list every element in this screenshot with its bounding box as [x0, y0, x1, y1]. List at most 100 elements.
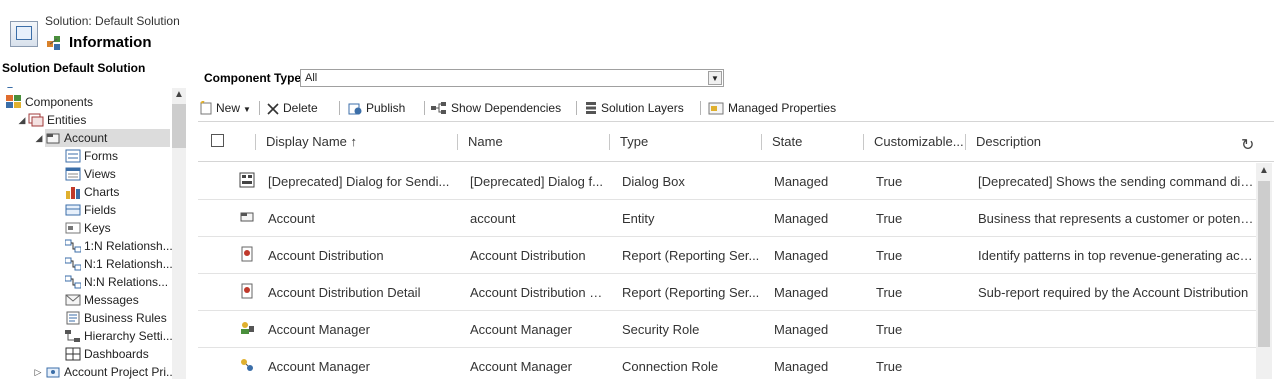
relationship-icon	[65, 275, 81, 289]
scroll-up-arrow-icon[interactable]: ▲	[172, 88, 186, 102]
dependencies-icon	[431, 102, 446, 114]
column-separator[interactable]	[609, 134, 610, 150]
tree-item-fields[interactable]: Fields	[65, 201, 116, 219]
cell-type: Dialog Box	[622, 174, 685, 189]
tree-item-account[interactable]: Account	[45, 129, 170, 147]
tree-item-views[interactable]: Views	[65, 165, 116, 183]
tree-item-business-rules[interactable]: Business Rules	[65, 309, 167, 327]
cell-type: Security Role	[622, 322, 700, 337]
tree-item-label: N:1 Relationsh...	[84, 257, 172, 271]
cell-customizable: True	[876, 359, 903, 374]
column-separator[interactable]	[255, 134, 256, 150]
fields-icon	[65, 204, 81, 216]
column-separator[interactable]	[457, 134, 458, 150]
show-dependencies-label: Show Dependencies	[451, 101, 562, 115]
tree-item-label: Account Project Pri...	[64, 365, 172, 379]
publish-button[interactable]: Publish	[348, 98, 405, 118]
layers-icon	[586, 102, 596, 114]
nav-scroll-thumb[interactable]	[172, 104, 186, 148]
cell-customizable: True	[876, 248, 903, 263]
tree-item-entities[interactable]: Entities	[28, 111, 86, 129]
dialog-icon	[239, 172, 255, 188]
grid-scroll-thumb[interactable]	[1258, 181, 1270, 347]
publish-label: Publish	[366, 101, 406, 115]
table-row[interactable]: Account Manager Account Manager Security…	[198, 311, 1258, 348]
column-header-type[interactable]: Type	[620, 134, 648, 149]
cell-state: Managed	[774, 211, 829, 226]
messages-icon	[65, 294, 81, 306]
managed-properties-icon	[708, 102, 724, 115]
nav-scrollbar[interactable]: ▲	[172, 88, 186, 379]
tree-item-dashboards[interactable]: Dashboards	[65, 345, 149, 363]
expander-entities[interactable]: ◢	[17, 115, 27, 125]
managed-properties-label: Managed Properties	[728, 101, 837, 115]
cell-type: Connection Role	[622, 359, 719, 374]
tree-item-messages[interactable]: Messages	[65, 291, 139, 309]
new-label: New	[216, 101, 241, 115]
charts-icon	[66, 187, 80, 199]
delete-icon	[267, 103, 279, 115]
column-header-name[interactable]: Name	[468, 134, 503, 149]
tree-item-1n-relationships[interactable]: 1:N Relationsh...	[65, 237, 172, 255]
report-icon	[241, 283, 253, 299]
tree-item-hierarchy-settings[interactable]: Hierarchy Setti...	[65, 327, 172, 345]
expander-account[interactable]: ◢	[34, 133, 44, 143]
column-header-display-name[interactable]: Display Name ↑	[266, 134, 357, 149]
table-row[interactable]: Account Distribution Account Distributio…	[198, 237, 1258, 274]
components-grid: Display Name ↑ Name Type State Customiza…	[198, 121, 1274, 379]
tree-item-components[interactable]: Components	[6, 93, 93, 111]
tree-item-label: Hierarchy Setti...	[84, 329, 172, 343]
security-role-icon	[241, 322, 254, 334]
tree-item-n1-relationships[interactable]: N:1 Relationsh...	[65, 255, 172, 273]
table-row[interactable]: Account Distribution Detail Account Dist…	[198, 274, 1258, 311]
delete-label: Delete	[283, 101, 318, 115]
chevron-down-icon[interactable]: ▼	[708, 71, 722, 85]
cell-type: Report (Reporting Ser...	[622, 285, 760, 300]
cell-display-name: Account Manager	[268, 359, 370, 374]
tree-item-label: Forms	[84, 149, 118, 163]
expander-account-project[interactable]: ▷	[33, 367, 43, 377]
toolbar-separator	[576, 101, 577, 115]
views-icon	[65, 167, 81, 181]
scroll-up-arrow-icon[interactable]: ▲	[1256, 163, 1272, 179]
refresh-icon[interactable]: ↻	[1241, 135, 1254, 155]
tree-item-keys[interactable]: Keys	[65, 219, 111, 237]
column-header-state[interactable]: State	[772, 134, 802, 149]
nav-title: Solution Default Solution	[2, 61, 146, 75]
column-separator[interactable]	[863, 134, 864, 150]
solution-subtitle: Solution: Default Solution	[45, 14, 180, 28]
delete-button[interactable]: Delete	[267, 98, 318, 118]
managed-properties-button[interactable]: Managed Properties	[708, 98, 836, 118]
table-row[interactable]: [Deprecated] Dialog for Sendi... [Deprec…	[198, 163, 1258, 200]
column-separator[interactable]	[761, 134, 762, 150]
table-row[interactable]: Account Manager Account Manager Connecti…	[198, 348, 1258, 379]
tree-item-nn-relationships[interactable]: N:N Relations...	[65, 273, 168, 291]
select-all-checkbox[interactable]	[211, 134, 224, 147]
tree-item-forms[interactable]: Forms	[65, 147, 118, 165]
components-icon	[6, 95, 21, 108]
relationship-icon	[65, 257, 81, 271]
column-header-description[interactable]: Description	[976, 134, 1041, 149]
chevron-down-icon[interactable]: ▼	[243, 105, 251, 114]
solution-layers-button[interactable]: Solution Layers	[585, 98, 684, 118]
tree-item-charts[interactable]: Charts	[65, 183, 119, 201]
column-header-customizable[interactable]: Customizable...	[874, 134, 964, 149]
cell-name: Account Manager	[470, 322, 572, 337]
column-separator[interactable]	[965, 134, 966, 150]
component-type-select[interactable]: All ▼	[300, 69, 724, 87]
tree-top-marker	[6, 80, 14, 88]
cell-state: Managed	[774, 174, 829, 189]
new-button[interactable]: New ▼	[200, 98, 251, 118]
tree-item-account-project[interactable]: Account Project Pri...	[45, 363, 172, 379]
tree-item-label: N:N Relations...	[84, 275, 169, 289]
component-type-value: All	[305, 72, 318, 84]
toolbar-separator	[259, 101, 260, 115]
cell-name: Account Distribution	[470, 248, 586, 263]
cell-name: [Deprecated] Dialog f...	[470, 174, 603, 189]
relationship-icon	[65, 239, 81, 253]
toolbar-separator	[339, 101, 340, 115]
show-dependencies-button[interactable]: Show Dependencies	[431, 98, 561, 118]
table-row[interactable]: Account account Entity Managed True Busi…	[198, 200, 1258, 237]
solution-tree: Components ◢ Entities ◢ Account Forms Vi…	[0, 80, 172, 379]
grid-scrollbar[interactable]: ▲	[1256, 163, 1272, 379]
